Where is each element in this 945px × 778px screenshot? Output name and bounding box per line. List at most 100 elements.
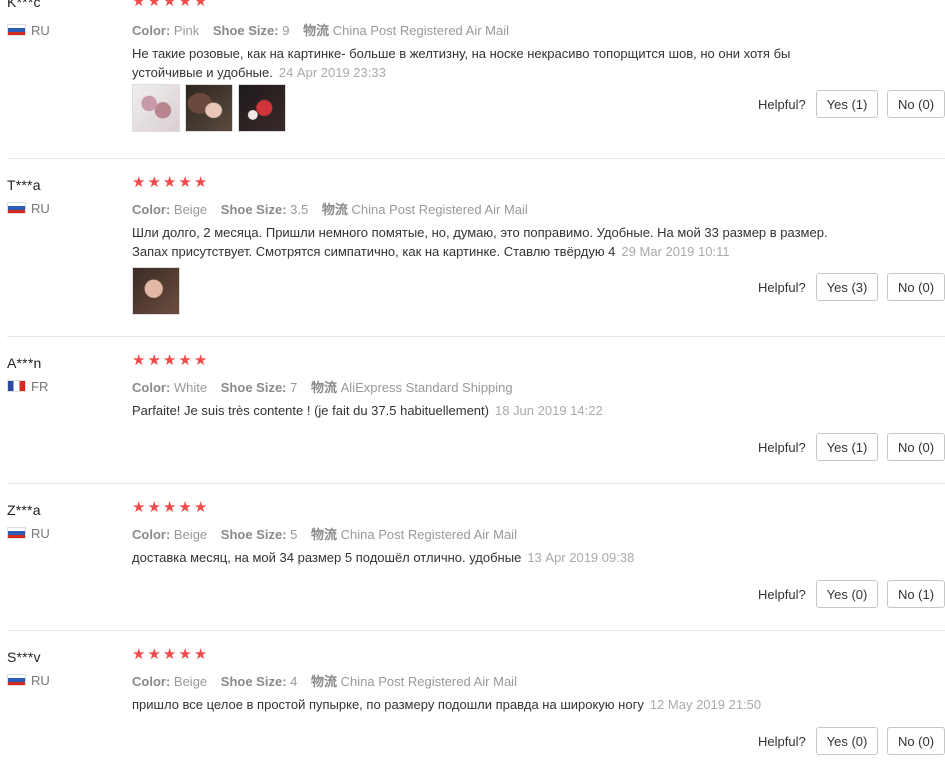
shipping-value: China Post Registered Air Mail <box>340 527 517 542</box>
flag-ru-icon <box>7 202 26 214</box>
size-value: 5 <box>290 527 298 542</box>
helpful-yes-button[interactable]: Yes (1) <box>816 90 878 118</box>
star-icon: ★ <box>178 646 192 663</box>
country-code: RU <box>31 200 50 216</box>
star-icon: ★ <box>147 499 161 516</box>
star-icon: ★ <box>147 174 161 191</box>
review-date: 29 Mar 2019 10:11 <box>621 244 730 259</box>
shipping-value: China Post Registered Air Mail <box>332 23 510 38</box>
color-value: Pink <box>173 23 200 38</box>
review-date: 12 May 2019 21:50 <box>649 697 762 712</box>
helpful-yes-button[interactable]: Yes (1) <box>816 433 878 461</box>
star-icon: ★ <box>162 0 177 10</box>
size-value: 3.5 <box>290 202 309 217</box>
color-key: Color: <box>132 380 171 395</box>
helpful-no-button[interactable]: No (0) <box>887 433 945 461</box>
reviewer-name: K***c <box>7 0 41 10</box>
review-photo-thumbnail[interactable] <box>185 84 233 132</box>
size-key: Shoe Size: <box>220 527 287 542</box>
star-icon: ★ <box>132 0 146 10</box>
star-icon: ★ <box>162 499 177 516</box>
star-icon: ★ <box>147 646 161 663</box>
color-value: Beige <box>173 202 208 217</box>
review-attributes: Color: White Shoe Size: 7 物流 AliExpress … <box>132 377 513 396</box>
review-photo-thumbnail[interactable] <box>132 84 180 132</box>
helpful-no-button[interactable]: No (0) <box>887 273 945 301</box>
reviewer-country: FR <box>7 378 48 394</box>
reviewer-name: S***v <box>7 649 41 665</box>
star-icon: ★ <box>178 499 192 516</box>
review-item: K***c RU ★ ★ ★ ★ ★ Color: Pink Shoe Size: 9 物流 … <box>0 0 945 159</box>
reviewer-name: Z***a <box>7 502 41 518</box>
helpful-no-button[interactable]: No (1) <box>887 580 945 608</box>
star-icon: ★ <box>178 174 192 191</box>
review-list: K***c RU ★ ★ ★ ★ ★ Color: Pink Shoe Size: 9 物流 … <box>0 0 945 755</box>
review-photos <box>132 84 286 132</box>
color-key: Color: <box>132 202 171 217</box>
review-attributes: Color: Beige Shoe Size: 4 物流 China Post … <box>132 671 517 690</box>
reviewer-country: RU <box>7 672 50 688</box>
size-key: Shoe Size: <box>212 23 279 38</box>
color-value: Beige <box>173 527 208 542</box>
star-icon: ★ <box>178 352 192 369</box>
color-key: Color: <box>132 23 171 38</box>
star-icon: ★ <box>132 646 146 663</box>
helpful-no-button[interactable]: No (0) <box>887 727 945 755</box>
review-attributes: Color: Beige Shoe Size: 5 物流 China Post … <box>132 524 517 543</box>
helpful-label: Helpful? <box>758 734 806 749</box>
review-photo-thumbnail[interactable] <box>238 84 286 132</box>
star-icon: ★ <box>193 174 208 191</box>
review-body: доставка месяц, на мой 34 размер 5 подош… <box>132 550 522 565</box>
reviewer-country: RU <box>7 200 50 216</box>
star-icon: ★ <box>162 646 177 663</box>
shipping-value: AliExpress Standard Shipping <box>340 380 513 395</box>
review-photos <box>132 267 180 315</box>
review-text: Не такие розовые, как на картинке- больш… <box>132 44 852 82</box>
review-photo-thumbnail[interactable] <box>132 267 180 315</box>
reviewer-country: RU <box>7 22 50 38</box>
star-icon: ★ <box>178 0 192 10</box>
star-icon: ★ <box>193 0 208 10</box>
star-icon: ★ <box>162 352 177 369</box>
color-key: Color: <box>132 527 171 542</box>
flag-ru-icon <box>7 674 26 686</box>
reviewer-name: A***n <box>7 355 42 371</box>
flag-ru-icon <box>7 527 26 539</box>
review-text: Шли долго, 2 месяца. Пришли немного помя… <box>132 223 852 261</box>
helpful-label: Helpful? <box>758 280 806 295</box>
star-icon: ★ <box>193 499 208 516</box>
star-icon: ★ <box>147 0 161 10</box>
review-item: S***v RU ★ ★ ★ ★ ★ Color: Beige Shoe Size: 4 物流… <box>0 631 945 778</box>
country-code: FR <box>31 378 49 394</box>
reviewer-name: T***a <box>7 177 41 193</box>
shipping-key: 物流 <box>303 23 330 38</box>
star-rating: ★ ★ ★ ★ ★ <box>132 353 207 369</box>
review-body: пришло все целое в простой пупырке, по р… <box>132 697 644 712</box>
star-icon: ★ <box>132 499 146 516</box>
review-date: 24 Apr 2019 23:33 <box>278 65 386 80</box>
color-value: White <box>173 380 208 395</box>
flag-fr-icon <box>7 380 26 392</box>
review-date: 18 Jun 2019 14:22 <box>494 403 603 418</box>
star-icon: ★ <box>132 352 146 369</box>
review-text: пришло все целое в простой пупырке, по р… <box>132 695 852 714</box>
review-attributes: Color: Beige Shoe Size: 3.5 物流 China Pos… <box>132 199 528 218</box>
star-rating: ★ ★ ★ ★ ★ <box>132 500 207 516</box>
helpful-yes-button[interactable]: Yes (0) <box>816 727 878 755</box>
review-attributes: Color: Pink Shoe Size: 9 物流 China Post R… <box>132 20 509 39</box>
size-key: Shoe Size: <box>220 202 287 217</box>
star-icon: ★ <box>132 174 146 191</box>
helpful-yes-button[interactable]: Yes (3) <box>816 273 878 301</box>
flag-ru-icon <box>7 24 26 36</box>
star-rating: ★ ★ ★ ★ ★ <box>132 0 207 10</box>
review-item: Z***a RU ★ ★ ★ ★ ★ Color: Beige Shoe Size: 5 物流… <box>0 484 945 631</box>
color-key: Color: <box>132 674 171 689</box>
review-text: доставка месяц, на мой 34 размер 5 подош… <box>132 548 852 567</box>
helpful-no-button[interactable]: No (0) <box>887 90 945 118</box>
country-code: RU <box>31 525 50 541</box>
country-code: RU <box>31 672 50 688</box>
helpful-yes-button[interactable]: Yes (0) <box>816 580 878 608</box>
shipping-key: 物流 <box>311 380 338 395</box>
size-value: 7 <box>290 380 298 395</box>
country-code: RU <box>31 22 50 38</box>
